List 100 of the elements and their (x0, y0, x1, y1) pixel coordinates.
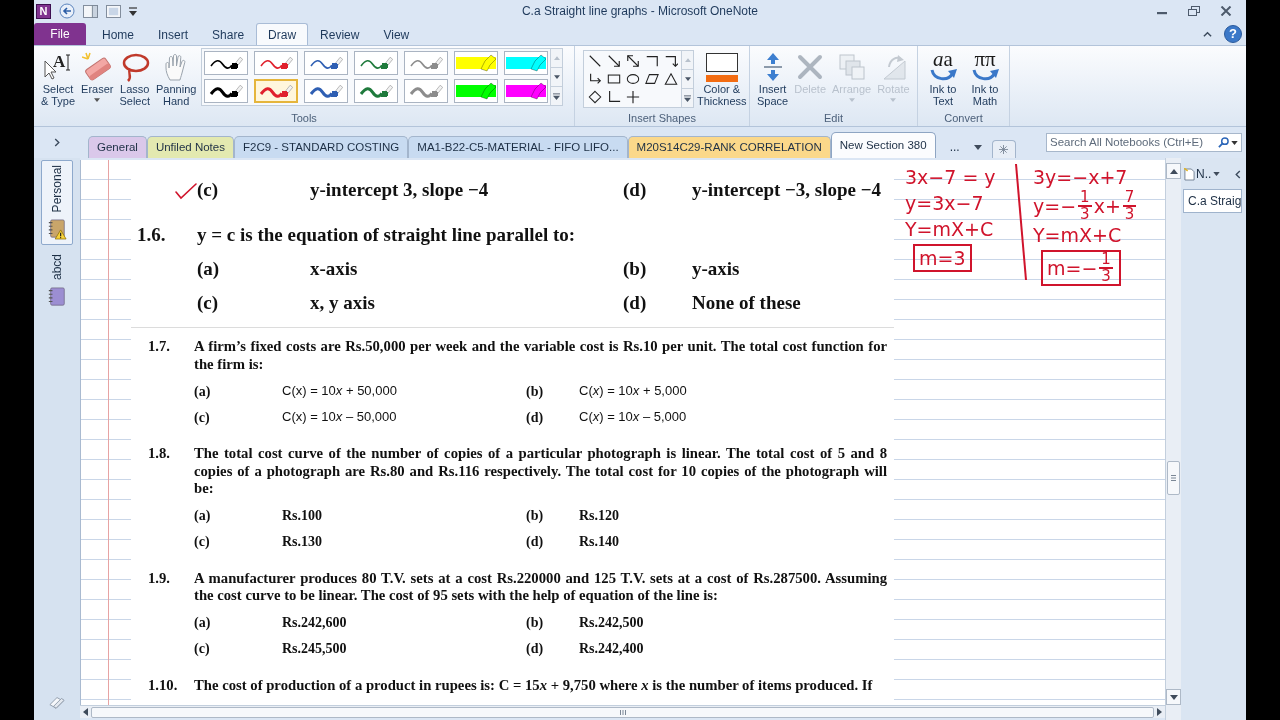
scroll-up-icon[interactable] (1169, 168, 1178, 174)
option-text: C(x) = 10x + 50,000 (282, 382, 398, 401)
page-tab[interactable]: C.a Straig (1183, 189, 1242, 213)
restore-icon[interactable] (1188, 6, 1200, 16)
elbow-arrow-icon[interactable] (663, 54, 678, 68)
arrow-shape-icon[interactable] (606, 54, 621, 68)
pen-button[interactable] (304, 51, 349, 75)
search-scope-caret-icon[interactable] (1231, 140, 1238, 145)
close-icon[interactable] (1220, 6, 1232, 16)
rectangle-shape-icon[interactable] (606, 72, 621, 86)
ellipse-shape-icon[interactable] (625, 72, 640, 86)
question-text: The cost of production of a product in rupees is: C = 15x + 9,750 where x is the number of items produced. If (194, 676, 874, 694)
group-label: Edit (823, 112, 844, 126)
scroll-right-icon[interactable] (1157, 708, 1162, 716)
scrollbar-thumb[interactable] (1167, 461, 1180, 495)
question-number: 1.10. (148, 676, 179, 694)
ink-to-math-button[interactable]: ππ Ink to Math (964, 48, 1006, 112)
full-page-icon[interactable] (106, 4, 121, 18)
triangle-shape-icon[interactable] (663, 72, 678, 86)
chevron-up-icon[interactable] (1203, 30, 1212, 37)
section-tab[interactable]: MA1-B22-C5-MATERIAL - FIFO LIFO... (408, 136, 628, 158)
option-label: (d) (526, 533, 544, 551)
scroll-down-icon[interactable] (1169, 694, 1178, 700)
option-label: (d) (623, 290, 647, 315)
chevron-right-icon[interactable] (54, 138, 60, 147)
section-tab[interactable]: F2C9 - STANDARD COSTING (233, 136, 409, 158)
caret-icon (890, 98, 897, 102)
cross-axes-icon[interactable] (625, 90, 640, 104)
ribbon-tab[interactable]: Share (200, 23, 257, 45)
new-section-sparkle-icon[interactable] (999, 145, 1009, 154)
sections-menu-caret-icon[interactable] (973, 144, 982, 150)
option-text: None of these (692, 290, 802, 315)
vertical-scrollbar[interactable] (1165, 158, 1181, 720)
ink-equation: y=3x−7 (905, 191, 984, 216)
double-arrow-shape-icon[interactable] (625, 54, 640, 68)
elbow-connector-icon[interactable] (644, 54, 659, 68)
ribbon-tab[interactable]: Review (308, 23, 372, 45)
pen-button[interactable] (204, 79, 249, 103)
file-tab[interactable]: File (34, 23, 86, 45)
section-tab[interactable]: General (88, 136, 147, 158)
question-text: The total cost curve of the number of copies of a particular photograph is linear. The total cost of 5 and 8 copies of a photograph are Rs.80 and Rs.116 respectively. The total cost for 10 copies of the photograph will be: (194, 445, 888, 498)
lasso-select-button[interactable]: Lasso Select (116, 48, 154, 112)
ink-equation: m=3 (913, 244, 972, 272)
scroll-down-icon[interactable] (553, 75, 560, 79)
option-label: (c) (194, 533, 210, 551)
option-label: (b) (623, 256, 647, 281)
option-text: C(x) = 10x – 50,000 (282, 408, 398, 427)
option-text: y-intercept 3, slope −4 (310, 177, 490, 202)
eraser-button[interactable]: Eraser (78, 48, 117, 112)
notebook-tab[interactable]: abcd (41, 249, 73, 314)
dock-icon[interactable] (83, 4, 98, 18)
new-page-button[interactable]: N.. (1184, 165, 1212, 183)
pen-button[interactable] (304, 79, 349, 103)
ribbon-tab[interactable]: Home (90, 23, 146, 45)
notebook-tab[interactable]: Personal (41, 160, 73, 246)
parallelogram-shape-icon[interactable] (644, 72, 659, 86)
bent-arrow-icon[interactable] (587, 72, 602, 86)
search-icon[interactable] (1218, 137, 1229, 148)
question-number: 1.7. (148, 338, 172, 356)
question-number: 1.9. (148, 569, 172, 588)
ink-to-text-button[interactable]: aa Ink to Text (922, 48, 964, 112)
more-icon[interactable] (553, 92, 561, 100)
more-icon[interactable] (684, 94, 691, 102)
question-number: 1.6. (137, 222, 167, 247)
option-label: (d) (526, 640, 544, 658)
scroll-left-icon[interactable] (83, 708, 88, 716)
option-text: Rs.242,400 (579, 640, 645, 658)
more-sections-button[interactable]: ... (941, 136, 968, 158)
app-logo[interactable]: N (36, 3, 51, 19)
pen-button[interactable] (204, 51, 249, 75)
ribbon-tab[interactable]: View (371, 23, 422, 45)
stacked-squares-icon (836, 51, 867, 82)
option-text: y-axis (692, 256, 741, 281)
option-label: (a) (194, 614, 211, 632)
line-shape-icon[interactable] (587, 54, 602, 68)
panning-hand-button[interactable]: Panning Hand (153, 48, 200, 112)
scroll-down-icon[interactable] (684, 77, 691, 81)
help-button[interactable]: ? (1224, 24, 1242, 43)
chevron-left-icon[interactable] (1235, 169, 1241, 179)
new-page-caret-icon[interactable] (1213, 172, 1221, 176)
ribbon-tab[interactable]: Draw (256, 23, 309, 45)
option-label: (c) (194, 408, 210, 427)
customize-caret-icon[interactable] (129, 6, 137, 16)
ink-equation: 3x−7 = y (905, 165, 996, 190)
option-label: (b) (526, 382, 544, 401)
ribbon-tab[interactable]: Insert (146, 23, 201, 45)
option-label: (a) (194, 507, 211, 525)
section-tab[interactable]: New Section 380 (830, 132, 936, 158)
window-title: C.a Straight line graphs - Microsoft OneNote (521, 3, 759, 20)
section-tab[interactable]: M20S14C29-RANK CORRELATION (627, 136, 831, 158)
insert-space-button[interactable]: Insert Space (754, 48, 792, 112)
diamond-shape-icon[interactable] (587, 90, 602, 104)
axes-icon[interactable] (606, 90, 621, 104)
color-thickness-button[interactable]: Color & Thickness (694, 48, 750, 112)
search-field[interactable]: Search All Notebooks (Ctrl+E) (1046, 133, 1242, 152)
back-icon[interactable] (59, 3, 75, 19)
section-tab[interactable]: Unfiled Notes (146, 136, 234, 158)
option-text: x-axis (310, 256, 359, 281)
option-label: (a) (194, 382, 211, 401)
select-type-button[interactable]: A Select & Type (38, 48, 79, 112)
